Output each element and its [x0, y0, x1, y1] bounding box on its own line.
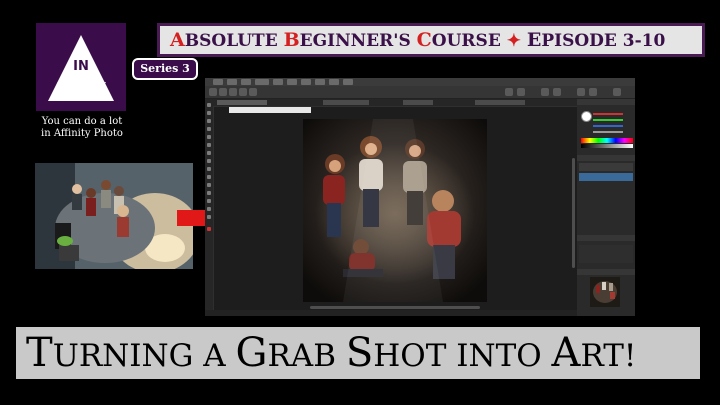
banner-initial-a: A: [170, 29, 185, 51]
move-tool-icon[interactable]: [207, 103, 211, 107]
video-title: TURNING A GRAB SHOT INTO ART!: [16, 327, 700, 379]
text-tool-icon[interactable]: [207, 215, 211, 219]
shape-tool-icon[interactable]: [207, 207, 211, 211]
healing-tool-icon[interactable]: [207, 191, 211, 195]
blend-mode-row[interactable]: [579, 163, 633, 171]
layers-panel-tabs[interactable]: [577, 155, 635, 161]
toolbar-button-3[interactable]: [541, 88, 549, 96]
navigator-preview-image: [590, 277, 620, 307]
green-slider[interactable]: [593, 119, 623, 121]
logo-mark-text: IN: [73, 59, 89, 74]
menu-item-file[interactable]: [213, 79, 223, 85]
banner-initial-e: E: [526, 29, 542, 51]
tagline-line-1: You can do a lot: [41, 116, 123, 127]
menu-item-layer[interactable]: [273, 79, 283, 85]
color-picker-swatch[interactable]: [581, 111, 592, 122]
crop-tool-icon[interactable]: [207, 119, 211, 123]
affinity-photo-window: [205, 78, 635, 316]
toolbar-button-4[interactable]: [553, 88, 561, 96]
persona-export-button[interactable]: [249, 88, 257, 96]
banner-word-absolute: BSOLUTE: [184, 31, 284, 51]
logo-tagline: You can do a lot in Affinity Photo: [28, 116, 136, 140]
context-toolbar: [205, 86, 635, 99]
document-tab-4[interactable]: [475, 100, 525, 105]
menu-item-view[interactable]: [315, 79, 325, 85]
banner-word-course: OURSE: [431, 31, 507, 51]
banner-word-beginners: EGINNER'S: [299, 31, 417, 51]
pen-tool-icon[interactable]: [207, 199, 211, 203]
toolbar-button-7[interactable]: [613, 88, 621, 96]
menu-bar: [205, 78, 635, 86]
title-word-shot-into: HOT INTO: [373, 338, 552, 374]
panel-controls: [579, 245, 633, 263]
tagline-line-2: in Affinity Photo: [41, 128, 123, 139]
fill-tool-icon[interactable]: [207, 159, 211, 163]
document-tab-2[interactable]: [323, 100, 369, 105]
banner-initial-c: C: [416, 29, 432, 51]
document-tab-3[interactable]: [403, 100, 433, 105]
paint-brush-tool-icon[interactable]: [207, 143, 211, 147]
persona-develop-button[interactable]: [229, 88, 237, 96]
status-bar: [205, 310, 635, 316]
logo-brand-text: AFFINITY: [54, 81, 108, 92]
original-photo-thumbnail: [35, 163, 193, 269]
menu-item-text[interactable]: [241, 79, 251, 85]
navigator-panel-tab[interactable]: [577, 269, 635, 275]
grab-shot-image: [35, 163, 193, 269]
banner-initial-b: B: [283, 29, 300, 51]
toolbar-button-6[interactable]: [589, 88, 597, 96]
banner-episode-label: PISODE 3-10: [541, 31, 666, 51]
selection-tool-icon[interactable]: [207, 127, 211, 131]
affinity-logo: IN AFFINITY: [36, 23, 126, 111]
title-initial-t: T: [26, 330, 53, 376]
layer-background[interactable]: [579, 173, 633, 181]
menu-item-edit[interactable]: [227, 79, 237, 85]
title-word-turning: URNING A: [52, 338, 236, 374]
edited-art-image: [303, 119, 487, 302]
eraser-tool-icon[interactable]: [207, 151, 211, 155]
dodge-tool-icon[interactable]: [207, 175, 211, 179]
title-initial-s: S: [345, 330, 374, 376]
document-tab-active[interactable]: [217, 100, 267, 105]
toolbar-button-2[interactable]: [517, 88, 525, 96]
menu-item-filters[interactable]: [301, 79, 311, 85]
title-initial-g: G: [235, 330, 268, 376]
menu-item-window[interactable]: [329, 79, 339, 85]
menu-item-help[interactable]: [343, 79, 353, 85]
adjustment-panel-tabs[interactable]: [577, 235, 635, 241]
view-tool-icon[interactable]: [207, 111, 211, 115]
menu-item-select[interactable]: [287, 79, 297, 85]
red-slider[interactable]: [593, 113, 623, 115]
studio-panels: [577, 99, 635, 316]
horizontal-scrollbar[interactable]: [310, 306, 480, 309]
vertical-scrollbar[interactable]: [572, 158, 575, 268]
course-title-banner: ABSOLUTE BEGINNER'S COURSE ✦ EPISODE 3-1…: [157, 23, 705, 57]
star-icon: ✦: [506, 31, 521, 51]
title-word-grab: RAB: [267, 338, 346, 374]
title-word-art: RT!: [580, 338, 637, 374]
persona-liquify-button[interactable]: [219, 88, 227, 96]
grayscale-bar[interactable]: [581, 144, 633, 148]
color-panel-tabs[interactable]: [577, 99, 635, 105]
toolbar-button-5[interactable]: [577, 88, 585, 96]
series-badge: Series 3: [132, 58, 198, 80]
persona-tonemap-button[interactable]: [239, 88, 247, 96]
persona-photo-button[interactable]: [209, 88, 217, 96]
blue-slider[interactable]: [593, 125, 623, 127]
clone-tool-icon[interactable]: [207, 183, 211, 187]
toolbar-button-1[interactable]: [505, 88, 513, 96]
navigator-thumbnail[interactable]: [590, 277, 620, 307]
title-initial-a: A: [551, 330, 581, 376]
foreground-color-swatch[interactable]: [207, 227, 211, 231]
edited-photo-canvas[interactable]: [303, 119, 487, 302]
gradient-tool-icon[interactable]: [207, 167, 211, 171]
hue-spectrum-bar[interactable]: [581, 138, 633, 143]
document-tabs: [213, 99, 577, 106]
flood-select-tool-icon[interactable]: [207, 135, 211, 139]
tab-tooltip: [229, 107, 311, 113]
menu-item-document[interactable]: [255, 79, 269, 85]
opacity-slider[interactable]: [593, 131, 623, 133]
tools-panel: [205, 99, 213, 316]
